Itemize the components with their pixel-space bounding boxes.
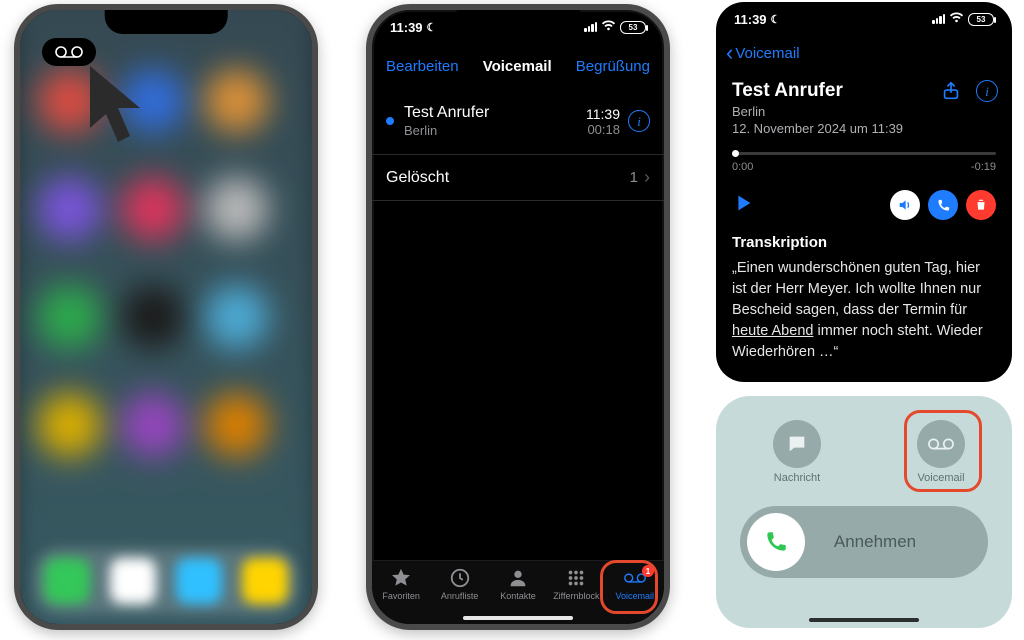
phone-icon [763, 529, 789, 555]
status-bar: 11:39 ☾ 53 [372, 16, 664, 38]
tab-contacts[interactable]: Kontakte [489, 567, 547, 601]
message-button[interactable]: Nachricht [770, 420, 824, 484]
greeting-button[interactable]: Begrüßung [576, 58, 650, 75]
answer-knob[interactable] [747, 513, 805, 571]
detail-date: 12. November 2024 um 11:39 [732, 121, 996, 136]
battery-icon: 53 [968, 13, 994, 26]
status-time: 11:39 [390, 20, 423, 35]
tab-keypad[interactable]: Ziffernblock [547, 567, 605, 601]
wifi-icon [949, 12, 964, 26]
phone-home-screen [14, 4, 318, 630]
battery-icon: 53 [620, 21, 646, 34]
tab-recents[interactable]: Anrufliste [430, 567, 488, 601]
edit-button[interactable]: Bearbeiten [386, 58, 459, 75]
answer-label: Annehmen [812, 532, 988, 552]
cellular-icon [584, 22, 597, 32]
tab-favorites-label: Favoriten [382, 591, 420, 601]
message-icon [773, 420, 821, 468]
answer-slider[interactable]: Annehmen [740, 506, 988, 578]
info-button[interactable]: i [628, 110, 650, 132]
info-button[interactable]: i [976, 80, 998, 102]
time-remaining: -0:19 [971, 161, 996, 173]
keypad-icon [565, 567, 587, 589]
tab-favorites[interactable]: Favoriten [372, 567, 430, 601]
cellular-icon [932, 14, 945, 24]
home-indicator [463, 616, 573, 620]
transcription-body: „Einen wunderschönen guten Tag, hier ist… [732, 258, 996, 363]
dnd-moon-icon: ☾ [771, 13, 781, 26]
wifi-icon [601, 20, 616, 34]
phone-voicemail-list: 11:39 ☾ 53 Bearbeiten Voicemail Begrüßun… [366, 4, 670, 630]
transcription-heading: Transkription [732, 234, 827, 251]
tab-keypad-label: Ziffernblock [553, 591, 599, 601]
call-back-button[interactable] [928, 190, 958, 220]
play-button[interactable] [732, 192, 754, 219]
cursor-arrow-icon [84, 62, 162, 163]
incoming-call-screen: Nachricht Voicemail Annehmen [716, 396, 1012, 628]
home-dock [34, 548, 298, 614]
person-icon [507, 567, 529, 589]
status-time: 11:39 [734, 12, 767, 27]
message-label: Nachricht [774, 472, 820, 484]
tab-contacts-label: Kontakte [500, 591, 536, 601]
voicemail-duration: 00:18 [586, 122, 620, 137]
dnd-moon-icon: ☾ [427, 21, 437, 34]
voicemail-icon [55, 45, 83, 59]
deleted-row[interactable]: Gelöscht 1 › [372, 154, 664, 201]
home-wallpaper-blurred [14, 4, 318, 630]
share-button[interactable] [940, 80, 962, 107]
time-elapsed: 0:00 [732, 161, 753, 173]
notch [105, 10, 228, 34]
voicemail-item[interactable]: Test Anrufer Berlin 11:39 00:18 i [372, 96, 664, 148]
back-label: Voicemail [735, 45, 799, 62]
deleted-count: 1 [630, 169, 638, 186]
clock-icon [449, 567, 471, 589]
highlight-box [600, 560, 658, 614]
star-icon [390, 567, 412, 589]
delete-button[interactable] [966, 190, 996, 220]
scrubber[interactable]: 0:00 -0:19 [732, 152, 996, 173]
chevron-left-icon: ‹ [726, 42, 733, 64]
home-indicator [809, 618, 919, 622]
voicemail-nav: Bearbeiten Voicemail Begrüßung [372, 58, 664, 75]
chevron-right-icon: › [644, 167, 650, 188]
speaker-button[interactable] [890, 190, 920, 220]
unread-dot-icon [386, 117, 394, 125]
back-button[interactable]: ‹ Voicemail [726, 42, 800, 64]
highlight-box [904, 410, 982, 492]
deleted-label: Gelöscht [386, 169, 449, 187]
voicemail-caller: Test Anrufer [404, 104, 586, 122]
tab-recents-label: Anrufliste [441, 591, 479, 601]
voicemail-detail-screen: 11:39 ☾ 53 ‹ Voicemail Test Anrufer Berl… [716, 2, 1012, 382]
voicemail-time: 11:39 [586, 106, 620, 122]
status-bar: 11:39 ☾ 53 [716, 8, 1012, 30]
page-title: Voicemail [483, 58, 552, 75]
voicemail-location: Berlin [404, 123, 586, 138]
